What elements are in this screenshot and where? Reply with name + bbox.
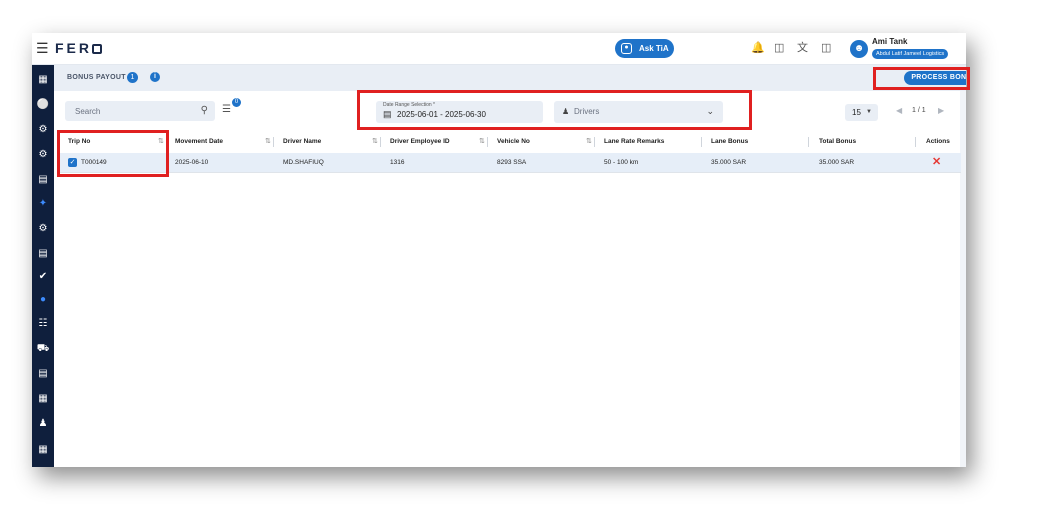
dashboard-icon[interactable]: ▦	[32, 71, 54, 89]
page-header: BONUS PAYOUT 1 i PROCESS BONUS	[54, 65, 966, 91]
rows-per-page-select[interactable]: 15 ▼	[845, 104, 878, 121]
row-divider	[58, 172, 961, 173]
count-badge: 1	[127, 72, 138, 83]
fero-logo[interactable]: FER	[55, 41, 102, 56]
cell-driver-employee-id: 1316	[390, 159, 405, 166]
sidebar: ▦ ⚪ ⚙ ⚙ ▤ ✦ ⚙ ▤ ✔ ● ☷ ⛟ ▤ ▦ ♟ ▦	[32, 65, 54, 467]
truck-settings-icon[interactable]: ⚙	[32, 121, 54, 139]
cell-lane-bonus: 35.000 SAR	[711, 159, 747, 166]
col-total-bonus[interactable]: Total Bonus	[819, 132, 856, 152]
column-divider	[380, 137, 381, 147]
pagination-info: 1 / 1	[912, 107, 926, 114]
ask-tia-label: Ask TiA	[639, 44, 669, 53]
column-divider	[701, 137, 702, 147]
col-lane-rate-remarks[interactable]: Lane Rate Remarks	[604, 132, 664, 152]
layout-icon[interactable]: ◫	[821, 41, 831, 55]
highlight-trip-no	[57, 130, 169, 177]
receipt-icon[interactable]: ☷	[32, 315, 54, 333]
cell-movement-date: 2025-06-10	[175, 159, 209, 166]
highlight-process-bonus	[873, 67, 970, 90]
assistant-icon: ●	[621, 43, 632, 54]
cell-vehicle-no: 8293 SSA	[497, 159, 527, 166]
col-lane-bonus[interactable]: Lane Bonus	[711, 132, 748, 152]
col-actions: Actions	[926, 138, 950, 145]
card-icon[interactable]: ▤	[32, 171, 54, 189]
sort-icon[interactable]: ⇅	[265, 132, 271, 152]
search-input[interactable]	[65, 101, 190, 121]
previous-page-icon[interactable]: ◀	[896, 106, 902, 115]
col-vehicle-no[interactable]: Vehicle No	[497, 132, 530, 152]
table-row[interactable]: ✓ T000149 2025-06-10 MD.SHAFIUQ 1316 829…	[58, 153, 961, 172]
users-icon[interactable]: ♟	[32, 415, 54, 433]
cell-lane-rate-remarks: 50 - 100 km	[604, 159, 639, 166]
menu-icon[interactable]: ☰	[36, 41, 49, 55]
col-driver-employee-id[interactable]: Driver Employee ID	[390, 132, 450, 152]
caret-down-icon: ▼	[866, 109, 872, 115]
column-divider	[273, 137, 274, 147]
page-title: BONUS PAYOUT	[67, 74, 126, 81]
check-circle-icon[interactable]: ✔	[32, 268, 54, 286]
search-box: ⚲	[65, 101, 215, 121]
filter-badge: 0	[232, 98, 241, 107]
next-page-icon[interactable]: ▶	[938, 106, 944, 115]
top-bar: ☰ FER ● Ask TiA 🔔 ◫ 文 ◫ ☻ Ami Tank Abdul…	[32, 33, 966, 65]
user-avatar-icon[interactable]: ☻	[850, 40, 868, 58]
column-divider	[808, 137, 809, 147]
sparkle-icon[interactable]: ✦	[32, 195, 54, 213]
translate-icon[interactable]: 文	[797, 41, 808, 55]
chat-icon[interactable]: ◫	[774, 41, 784, 55]
column-divider	[594, 137, 595, 147]
info-icon[interactable]: i	[150, 72, 160, 82]
search-icon[interactable]: ⚲	[201, 104, 208, 118]
sort-icon[interactable]: ⇅	[586, 132, 592, 152]
cell-total-bonus: 35.000 SAR	[819, 159, 855, 166]
report-icon[interactable]: ▦	[32, 441, 54, 459]
document-icon[interactable]: ▤	[32, 365, 54, 383]
col-driver-name[interactable]: Driver Name	[283, 132, 321, 152]
column-divider	[487, 137, 488, 147]
sort-icon[interactable]: ⇅	[479, 132, 485, 152]
highlight-filters	[357, 90, 752, 130]
delivery-truck-icon[interactable]: ⛟	[32, 340, 54, 358]
gears-icon[interactable]: ⚙	[32, 146, 54, 164]
globe-settings-icon[interactable]: ⚪	[32, 96, 54, 114]
column-divider	[915, 137, 916, 147]
building-icon[interactable]: ▦	[32, 390, 54, 408]
cell-driver-name: MD.SHAFIUQ	[283, 159, 324, 166]
delete-icon[interactable]: ✕	[932, 153, 941, 172]
rows-per-page-value: 15	[852, 108, 861, 117]
user-name: Ami Tank	[872, 37, 908, 46]
sort-icon[interactable]: ⇅	[372, 132, 378, 152]
ask-tia-button[interactable]: ● Ask TiA	[615, 39, 674, 58]
notification-icon[interactable]: 🔔	[751, 41, 765, 55]
col-movement-date[interactable]: Movement Date	[175, 132, 223, 152]
company-badge[interactable]: Abdul Latif Jameel Logistics	[872, 49, 949, 59]
bonus-icon[interactable]: ●	[32, 291, 54, 309]
list-icon[interactable]: ▤	[32, 245, 54, 263]
settings-icon[interactable]: ⚙	[32, 220, 54, 238]
table-header: Trip No ⇅ Movement Date ⇅ Driver Name ⇅ …	[58, 132, 961, 152]
